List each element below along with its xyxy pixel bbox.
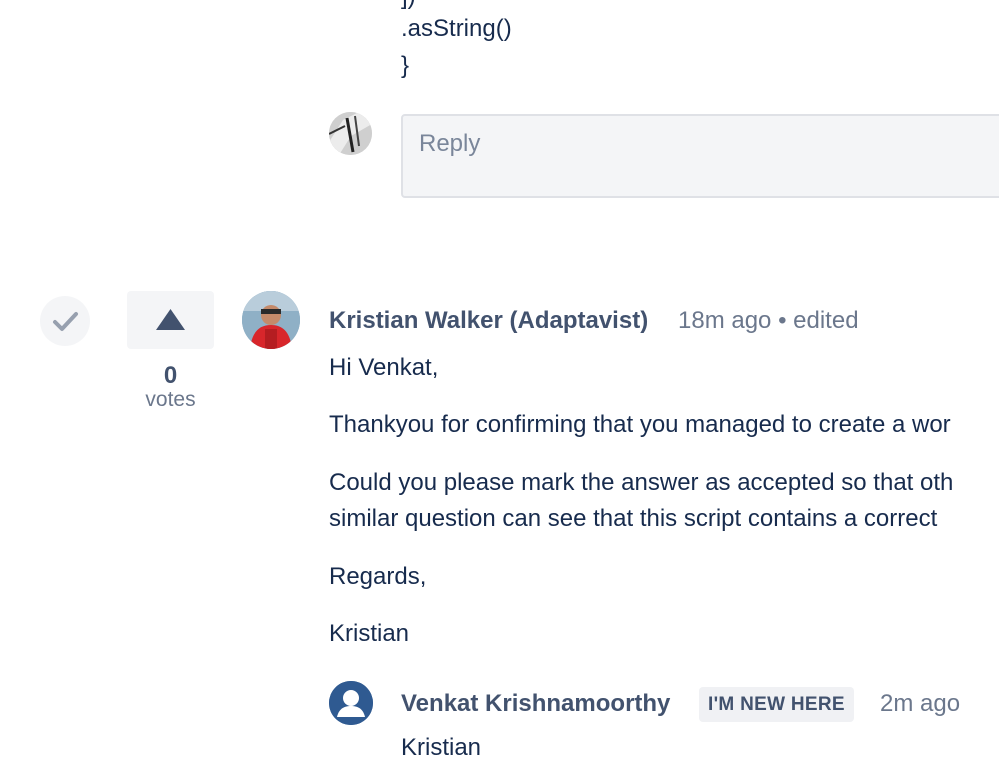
author-avatar[interactable] — [242, 291, 300, 349]
meta-separator: • — [778, 307, 787, 334]
answer-meta: 18m ago • edited — [678, 307, 859, 335]
reply-input[interactable]: Reply — [401, 114, 999, 198]
answer-paragraph: Thankyou for confirming that you managed… — [329, 411, 951, 438]
reply-author-avatar[interactable] — [329, 681, 373, 725]
check-icon — [53, 312, 78, 331]
new-member-badge: I'M NEW HERE — [699, 687, 854, 722]
code-line-bracket: ]) — [401, 0, 416, 12]
answer-paragraph: Regards, — [329, 563, 427, 590]
edited-label[interactable]: edited — [793, 307, 858, 334]
reply-preview: Kristian — [401, 734, 482, 761]
reply-placeholder: Reply — [419, 130, 481, 157]
reply-author[interactable]: Venkat Krishnamoorthy — [401, 690, 670, 718]
upvote-button[interactable] — [127, 291, 214, 349]
answer-paragraph: Could you please mark the answer as acce… — [329, 469, 954, 496]
user-silhouette-icon — [329, 681, 373, 725]
answer-paragraph: Kristian — [329, 620, 410, 647]
vote-label: votes — [145, 388, 196, 411]
answer-time[interactable]: 18m ago — [678, 307, 771, 334]
answer-paragraph: Hi Venkat, — [329, 354, 439, 381]
answer-author[interactable]: Kristian Walker (Adaptavist) — [329, 307, 648, 335]
code-line-close: } — [401, 52, 410, 79]
triangle-up-icon — [156, 309, 185, 330]
current-user-avatar — [329, 112, 372, 155]
reply-time[interactable]: 2m ago — [880, 690, 960, 718]
vote-count: 0 — [163, 362, 178, 389]
answer-paragraph: similar question can see that this scrip… — [329, 505, 938, 532]
accept-answer-button[interactable] — [40, 296, 90, 346]
code-line-asstring: .asString() — [401, 15, 512, 42]
